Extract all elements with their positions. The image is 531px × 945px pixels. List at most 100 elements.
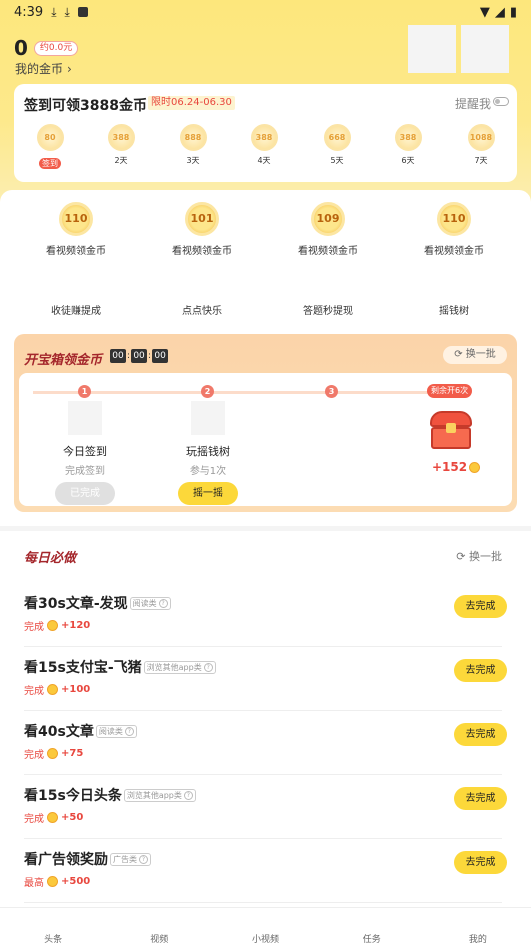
go-complete-button[interactable]: 去完成: [454, 851, 507, 874]
treasure-title: 开宝箱领金币: [24, 353, 103, 368]
coin-count: 0: [14, 36, 28, 60]
task-title: 看30s文章-发现: [24, 596, 128, 612]
shake-button[interactable]: 摇一摇: [178, 482, 238, 505]
watch-video-task[interactable]: 110 看视频领金币: [16, 202, 136, 257]
reward-prefix: 完成: [24, 814, 44, 825]
sign-in-card: 签到可领3888金币 限时06.24-06.30 提醒我 80 签到 388 2天 88…: [14, 84, 517, 182]
daily-task-row: 看30s文章-发现 阅读类? 完成 +120 去完成: [0, 583, 531, 647]
go-complete-button[interactable]: 去完成: [454, 787, 507, 810]
watch-video-task[interactable]: 109 看视频领金币: [268, 202, 388, 257]
download-icon: ⤓: [51, 4, 57, 19]
watch-video-task[interactable]: 110 看视频领金币: [394, 202, 514, 257]
quick-link[interactable]: 收徒赚提成: [51, 302, 101, 317]
task-label: 看视频领金币: [46, 246, 106, 257]
quick-link[interactable]: 答题秒提现: [303, 302, 353, 317]
step-title: 玩摇钱树: [186, 445, 230, 458]
task-tag: 广告类?: [110, 852, 151, 866]
question-icon[interactable]: ?: [158, 598, 168, 608]
reward-value: +100: [61, 684, 91, 695]
task-tag: 阅读类?: [129, 596, 171, 610]
refresh-icon: ⟳: [454, 349, 463, 360]
task-label: 看视频领金币: [172, 246, 232, 257]
chevron-right-icon: ›: [67, 61, 72, 76]
treasure-progress: 1 2 3 剩余开6次 今日签到 完成签到 已完成 玩摇钱树 参与1次 摇一摇 …: [19, 373, 512, 506]
chest-reward: +152: [432, 460, 481, 474]
coin-icon: 109: [311, 202, 345, 236]
coin-icon: [469, 461, 481, 473]
notification-icon: [77, 7, 88, 17]
nav-tab[interactable]: 小视频: [212, 908, 318, 945]
sign-in-day[interactable]: 388 4天: [244, 124, 284, 166]
task-tag: 阅读类?: [95, 724, 137, 738]
nav-tab[interactable]: 视频: [106, 908, 212, 945]
step-dot: 1: [78, 385, 91, 398]
question-icon[interactable]: ?: [139, 854, 148, 864]
day-label: 6天: [401, 156, 415, 165]
step-subtitle: 参与1次: [189, 466, 227, 477]
day-label: 5天: [330, 156, 344, 165]
question-icon[interactable]: ?: [203, 662, 213, 672]
wifi-icon: ▼: [479, 4, 490, 20]
completed-button[interactable]: 已完成: [55, 482, 115, 505]
task-reward: 完成 +100: [24, 682, 90, 697]
nav-tab[interactable]: 任务: [319, 908, 425, 945]
quick-link[interactable]: 摇钱树: [439, 302, 469, 317]
reward-value: +75: [61, 748, 84, 759]
my-coins-link[interactable]: 我的金币 ›: [15, 60, 72, 77]
reward-value: +50: [61, 812, 84, 823]
banner-image[interactable]: [408, 25, 456, 73]
swap-button[interactable]: ⟳ 换一批: [443, 346, 507, 364]
daily-title: 每日必做: [24, 551, 77, 566]
step-sign-in: 今日签到 完成签到 已完成: [40, 401, 130, 505]
coin-icon: 110: [437, 202, 471, 236]
step-title: 今日签到: [63, 445, 107, 458]
daily-task-row: 看15s支付宝-飞猪 浏览其他app类? 完成 +100 去完成: [0, 647, 531, 711]
treasure-card: 开宝箱领金币 00 : 00 : 00 ⟳ 换一批 1 2 3 剩余开6次 今日…: [14, 334, 517, 512]
step-money-tree: 玩摇钱树 参与1次 摇一摇: [163, 401, 253, 505]
task-tag-label: 广告类: [113, 854, 137, 864]
treasure-chest-icon[interactable]: [430, 411, 472, 451]
quick-link[interactable]: 点点快乐: [182, 302, 222, 317]
sign-in-day[interactable]: 388 2天: [101, 124, 141, 166]
daily-section: 每日必做 ⟳ 换一批 看30s文章-发现 阅读类? 完成 +120 去完成 看15s支付宝…: [0, 531, 531, 907]
go-complete-button[interactable]: 去完成: [454, 659, 507, 682]
watch-video-task[interactable]: 101 看视频领金币: [142, 202, 262, 257]
go-complete-button[interactable]: 去完成: [454, 723, 507, 746]
coin-icon: 388: [107, 124, 135, 151]
remind-toggle[interactable]: [493, 97, 509, 106]
timer-seconds: 00: [152, 349, 169, 363]
question-icon[interactable]: ?: [183, 790, 193, 800]
task-reward: 完成 +75: [24, 746, 83, 761]
task-panel: 110 看视频领金币 101 看视频领金币 109 看视频领金币 110 看视频领金币 收徒赚…: [0, 190, 531, 526]
bottom-nav: 头条 视频 小视频 任务 我的: [0, 907, 531, 945]
yuan-badge: 约0.0元: [33, 40, 79, 56]
task-tag-label: 浏览其他app类: [126, 790, 182, 800]
task-label: 看视频领金币: [298, 246, 358, 257]
nav-tab[interactable]: 我的: [425, 908, 531, 945]
nav-tab[interactable]: 头条: [0, 908, 106, 945]
sign-in-day[interactable]: 888 3天: [173, 124, 213, 166]
task-label: 看视频领金币: [424, 246, 484, 257]
reward-prefix: 完成: [24, 686, 44, 697]
task-title: 看15s支付宝-飞猪: [24, 660, 142, 676]
task-reward: 最高 +500: [24, 874, 90, 889]
day-label: 7天: [474, 156, 488, 165]
question-icon[interactable]: ?: [124, 726, 134, 736]
reward-prefix: 完成: [24, 622, 44, 633]
sign-in-day[interactable]: 668 5天: [317, 124, 357, 166]
coin-icon: [47, 812, 58, 823]
signal-icon: ◢: [494, 4, 505, 20]
banner-image[interactable]: [461, 25, 509, 73]
sign-in-day[interactable]: 388 6天: [388, 124, 428, 166]
download-icon: ⤓: [64, 4, 70, 19]
task-title-group: 看30s文章-发现 阅读类?: [24, 593, 171, 613]
coin-icon: [47, 620, 58, 631]
sign-in-day[interactable]: 1088 7天: [461, 124, 501, 166]
go-complete-button[interactable]: 去完成: [454, 595, 507, 618]
task-tag: 浏览其他app类?: [123, 788, 196, 802]
daily-swap-button[interactable]: ⟳ 换一批: [456, 548, 502, 564]
sign-in-day[interactable]: 80 签到: [30, 124, 70, 170]
daily-task-row: 看40s文章 阅读类? 完成 +75 去完成: [0, 711, 531, 775]
swap-label: 换一批: [465, 349, 496, 360]
sign-in-days: 80 签到 388 2天 888 3天 388 4天 668 5天 388 6天 1088 7天: [14, 124, 517, 176]
